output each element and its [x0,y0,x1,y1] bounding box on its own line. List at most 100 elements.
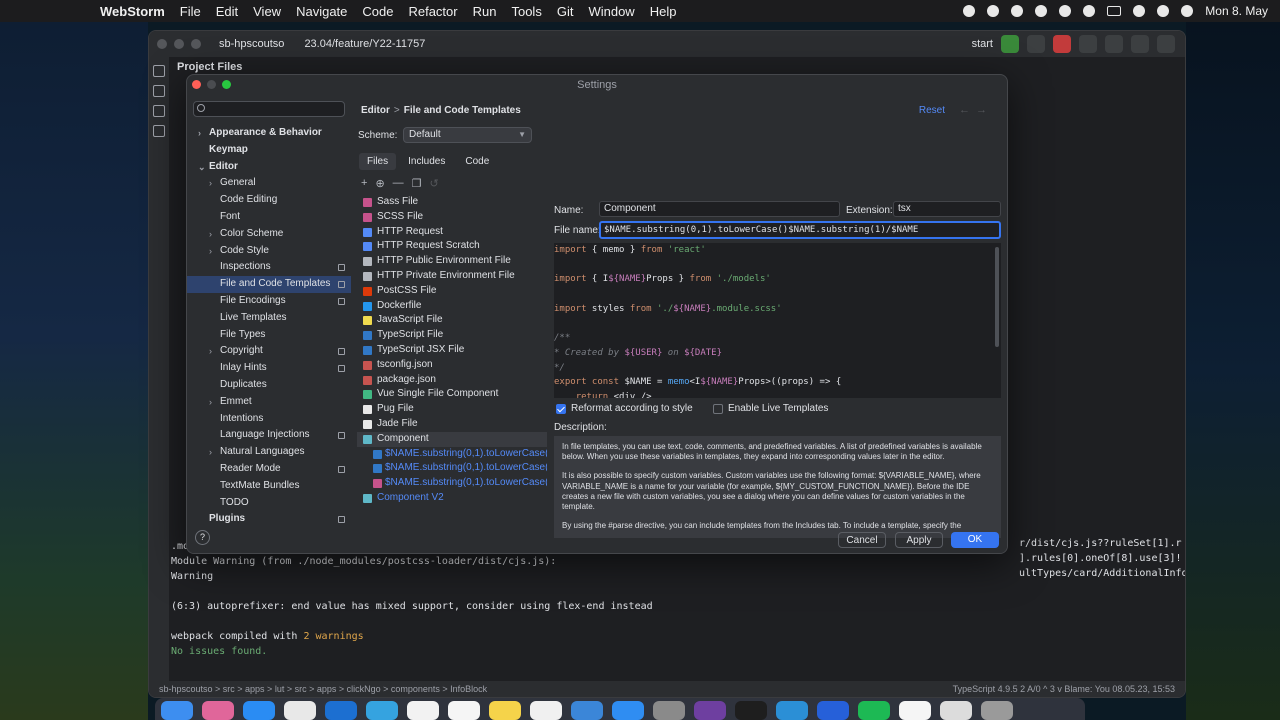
menu-help[interactable]: Help [650,4,677,19]
user-icon[interactable] [1105,35,1123,53]
ok-button[interactable]: OK [951,532,999,548]
reformat-checkbox[interactable] [556,403,566,414]
stop-icon[interactable] [1053,35,1071,53]
chevron-right-icon[interactable]: › [209,175,212,192]
chevron-right-icon[interactable]: › [209,243,212,260]
chrome-icon[interactable] [284,701,316,720]
settings-tree-item[interactable]: Intentions [187,411,351,428]
template-item[interactable]: JavaScript File [357,313,547,328]
copy-icon[interactable]: ❐ [412,177,422,190]
notes-icon[interactable] [489,701,521,720]
settings-tree-item[interactable]: › Appearance & Behavior [187,125,351,142]
keyboard-input-icon[interactable] [1107,6,1122,16]
template-child-item[interactable]: $NAME.substring(0,1).toLowerCase()$NAME [357,461,547,476]
calendar-icon[interactable] [407,701,439,720]
menu-refactor[interactable]: Refactor [408,4,457,19]
settings-tree-item[interactable]: Inlay Hints [187,360,351,377]
settings-tree-item[interactable]: Reader Mode [187,461,351,478]
remove-icon[interactable]: — [393,177,404,190]
template-item[interactable]: Jade File [357,417,547,432]
system-settings-icon[interactable] [653,701,685,720]
cloud-icon[interactable] [1059,5,1072,17]
template-item[interactable]: TypeScript File [357,328,547,343]
notion-icon[interactable] [899,701,931,720]
reminders-icon[interactable] [448,701,480,720]
cancel-button[interactable]: Cancel [838,532,886,548]
safari-icon[interactable] [243,701,275,720]
menu-navigate[interactable]: Navigate [296,4,347,19]
settings-tree-item[interactable]: Code Editing [187,192,351,209]
settings-gear-icon[interactable] [1157,35,1175,53]
settings-tree-item[interactable]: Font [187,209,351,226]
template-child-item[interactable]: $NAME.substring(0,1).toLowerCase()$NAME [357,447,547,462]
settings-tree-item[interactable]: › Emmet [187,394,351,411]
project-files-header[interactable]: Project Files [177,61,242,73]
settings-tree-item[interactable]: TODO [187,495,351,512]
chevron-right-icon[interactable]: › [209,226,212,243]
run-config-selector[interactable]: start [972,38,993,50]
menu-window[interactable]: Window [588,4,634,19]
document-icon[interactable] [940,701,972,720]
menu-edit[interactable]: Edit [216,4,238,19]
template-item[interactable]: package.json [357,373,547,388]
name-field[interactable]: Component [599,201,840,217]
settings-tree-item[interactable]: File Encodings [187,293,351,310]
record-icon[interactable] [963,5,976,17]
template-item[interactable]: tsconfig.json [357,358,547,373]
status-right[interactable]: TypeScript 4.9.5 2 A/0 ^ 3 v Blame: You … [953,684,1175,694]
template-item[interactable]: HTTP Public Environment File [357,254,547,269]
sync-icon[interactable] [987,5,1000,17]
template-item[interactable]: Vue Single File Component [357,387,547,402]
template-item[interactable]: HTTP Private Environment File [357,269,547,284]
telegram-icon[interactable] [366,701,398,720]
menu-tools[interactable]: Tools [511,4,541,19]
breadcrumb-parent[interactable]: Editor [361,105,390,116]
volume-icon[interactable] [1083,5,1096,17]
apply-button[interactable]: Apply [895,532,943,548]
template-item[interactable]: Dockerfile [357,299,547,314]
settings-tree-item[interactable]: Live Templates [187,310,351,327]
settings-tree-item[interactable]: Keymap [187,142,351,159]
commit-tool-icon[interactable] [153,85,165,97]
template-item[interactable]: Component V2 [357,491,547,506]
play-icon[interactable] [1133,5,1146,17]
settings-tree-item[interactable]: Duplicates [187,377,351,394]
create-child-icon[interactable]: ⊕ [375,177,384,190]
menubar-clock[interactable]: Mon 8. May [1205,4,1268,18]
revert-icon[interactable]: ↺ [430,177,439,190]
chevron-right-icon[interactable]: › [209,444,212,461]
template-item[interactable]: HTTP Request Scratch [357,239,547,254]
app-menu-webstorm[interactable]: WebStorm [100,4,165,19]
add-icon[interactable]: + [361,177,367,190]
settings-tree-item[interactable]: File and Code Templates [187,276,351,293]
back-arrow-icon[interactable]: ← [959,104,976,116]
zoom-dialog-button[interactable] [222,80,231,89]
settings-tree-item[interactable]: TextMate Bundles [187,478,351,495]
structure-tool-icon[interactable] [153,105,165,117]
settings-tree-item[interactable]: › Code Style [187,243,351,260]
tab-files[interactable]: Files [359,153,397,170]
settings-tree-item[interactable]: ⌄ Editor [187,159,351,176]
menu-code[interactable]: Code [362,4,393,19]
template-item[interactable]: HTTP Request [357,225,547,240]
tab-includes[interactable]: Includes [400,153,453,170]
settings-tree-item[interactable]: Language Injections [187,427,351,444]
webstorm-icon[interactable] [817,701,849,720]
settings-tree-item[interactable]: Inspections [187,259,351,276]
figure-icon[interactable] [1011,5,1024,17]
search-everywhere-icon[interactable] [1131,35,1149,53]
wifi-icon[interactable] [1157,5,1170,17]
menu-view[interactable]: View [253,4,281,19]
reformat-option[interactable]: Reformat according to style [556,403,693,414]
run-icon[interactable] [1001,35,1019,53]
app-store-icon[interactable] [612,701,644,720]
outlook-icon[interactable] [325,701,357,720]
minimize-dialog-button[interactable] [207,80,216,89]
chevron-down-icon[interactable]: ⌄ [198,159,206,176]
chevron-right-icon[interactable]: › [209,394,212,411]
template-item[interactable]: Pug File [357,402,547,417]
project-tool-icon[interactable] [153,65,165,77]
close-dialog-button[interactable] [192,80,201,89]
editor-scrollbar[interactable] [995,247,999,347]
branch-selector[interactable]: 23.04/feature/Y22-11757 [304,38,425,50]
